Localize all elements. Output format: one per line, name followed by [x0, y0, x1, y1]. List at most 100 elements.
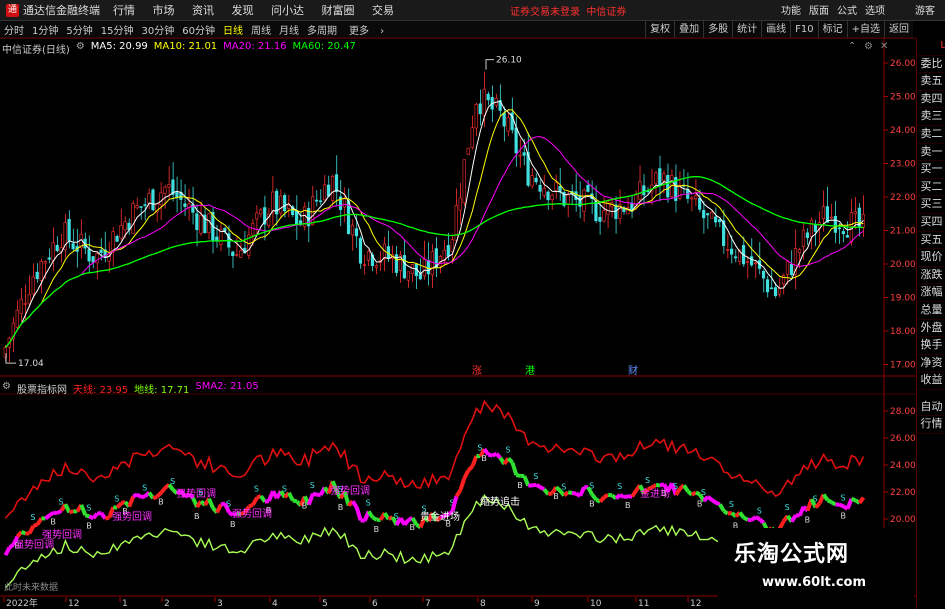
signal-band-segment: [470, 455, 479, 468]
indicator-name[interactable]: 股票指标网: [17, 381, 67, 396]
signal-band-segment: [826, 498, 833, 505]
candle-body: [462, 159, 466, 204]
low-marker: [5, 353, 16, 364]
candle-body: [159, 192, 163, 206]
date-label: 12: [68, 599, 79, 609]
price-tick-label: 21.00: [890, 227, 916, 237]
high-label: 26.10: [496, 56, 522, 66]
signal-band-segment: [351, 500, 359, 509]
stock-name[interactable]: 中信证券(日线): [2, 41, 70, 56]
low-label: 17.04: [18, 359, 44, 369]
candle-body: [430, 251, 434, 276]
candle-body: [749, 256, 754, 266]
candle-body: [87, 248, 91, 262]
quote-field-17: 净资: [917, 355, 945, 373]
signal-band-segment: [248, 503, 254, 509]
signal-b-marker: B: [589, 500, 595, 509]
signal-band-segment: [306, 493, 315, 506]
candle-body: [797, 249, 802, 254]
candle-body: [131, 203, 135, 234]
signal-band-segment: [838, 502, 845, 509]
quote-field-10: 买五: [917, 232, 945, 250]
candle-body: [195, 213, 199, 231]
candle-body: [99, 249, 103, 253]
signal-s-marker: S: [30, 513, 35, 522]
candle-body: [27, 294, 31, 305]
indicator-tick-label: 26.00: [890, 434, 916, 444]
signal-band-segment: [68, 509, 74, 515]
signal-s-marker: S: [505, 445, 510, 454]
candle-body: [199, 214, 203, 234]
candle-body: [710, 211, 714, 219]
candle-body: [342, 198, 347, 208]
chart-canvas[interactable]: BSBSSBSBSBSBSSBSBSBS SBSBSBSBSSBSBSBS SBSB…: [0, 0, 916, 609]
panel-collapse-tab[interactable]: L: [917, 38, 945, 56]
candle-body: [466, 147, 470, 156]
candle-body: [426, 260, 430, 275]
signal-s-marker: S: [841, 493, 846, 502]
candle-body: [271, 191, 275, 214]
signal-band-segment: [159, 486, 167, 494]
signal-band-segment: [251, 496, 259, 506]
auto-quote-label-2[interactable]: 行情: [917, 416, 945, 435]
ma60-value: MA60: 20.47: [292, 41, 356, 52]
signal-band-segment: [8, 542, 15, 550]
candle-body: [434, 248, 438, 268]
candle-body: [446, 245, 450, 257]
date-label: 7: [425, 599, 431, 609]
quote-field-8: 买三: [917, 196, 945, 214]
candle-body: [845, 235, 849, 238]
signal-b-marker: B: [338, 503, 344, 512]
candle-body: [809, 219, 814, 237]
signal-annotation-3: 强势回调: [176, 487, 216, 500]
candle-body: [718, 219, 722, 223]
signal-b-marker: B: [625, 501, 631, 510]
signal-band-segment: [56, 508, 63, 515]
signal-b-marker: B: [805, 516, 811, 525]
ma-legend: 中信证券(日线) ⚙ MA5: 20.99 MA10: 21.01 MA20: …: [2, 41, 356, 56]
candle-body: [67, 219, 71, 242]
candle-body: [486, 93, 490, 101]
quote-side-panel: L 委比 卖五 卖四 卖三 卖二 卖一 买一 买二 买三 买四 买五 现价 涨跌 涨幅 总量 外盘 换手 净资 收益…: [916, 38, 945, 609]
signal-annotation-2: 强势回调: [112, 510, 152, 523]
candle-body: [654, 172, 658, 184]
signal-band-segment: [706, 495, 714, 502]
settings-gear-icon[interactable]: ⚙: [76, 41, 85, 56]
signal-band-segment: [515, 473, 521, 478]
candle-body: [554, 182, 558, 191]
ma-line-20: [5, 136, 864, 348]
candle-body: [698, 197, 702, 210]
signal-s-marker: S: [366, 498, 371, 507]
candle-body: [478, 103, 482, 115]
candle-body: [410, 264, 414, 274]
candle-body: [163, 186, 167, 194]
candle-body: [362, 264, 367, 266]
candle-body: [773, 287, 778, 297]
candle-body: [550, 194, 554, 200]
chevron-up-icon[interactable]: ⌃: [848, 41, 856, 52]
quote-field-14: 总量: [917, 302, 945, 320]
signal-band-segment: [15, 530, 23, 538]
signal-band-segment: [115, 501, 123, 509]
signal-band-segment: [845, 498, 854, 510]
candle-body: [330, 176, 335, 201]
date-label: 8: [480, 599, 486, 609]
candle-body: [139, 206, 143, 208]
candle-body: [287, 205, 291, 209]
signal-band-segment: [63, 503, 72, 514]
indicator-gear-icon[interactable]: ⚙: [2, 381, 11, 396]
indicator-tick-label: 22.00: [890, 488, 916, 498]
auto-quote-label-1[interactable]: 自动: [917, 399, 945, 417]
quote-field-12: 涨跌: [917, 267, 945, 285]
quote-field-5: 卖一: [917, 144, 945, 162]
candle-body: [31, 276, 35, 295]
signal-s-marker: S: [701, 488, 706, 497]
signal-b-marker: B: [841, 511, 847, 520]
candle-body: [402, 255, 406, 279]
settings-icon[interactable]: ⚙: [864, 41, 873, 52]
candle-body: [753, 262, 758, 265]
candle-body: [55, 244, 59, 252]
close-icon[interactable]: ✕: [880, 41, 888, 52]
candle-body: [841, 231, 845, 235]
date-label: 3: [217, 599, 223, 609]
